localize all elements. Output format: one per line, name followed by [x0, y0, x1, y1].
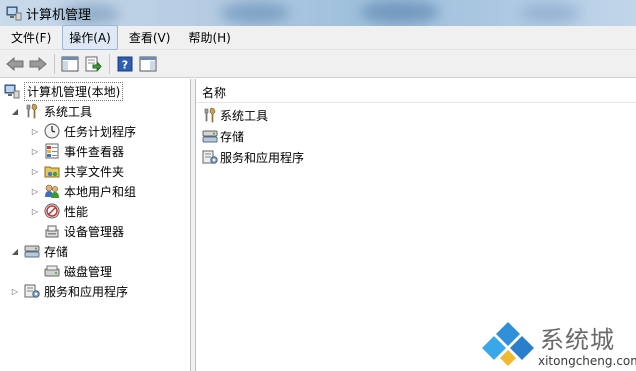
- tree-item-label: 性能: [64, 204, 89, 219]
- tools-icon: [204, 107, 216, 123]
- back-arrow-icon: [6, 56, 24, 71]
- title-bar-decoration: [220, 2, 290, 24]
- help-button[interactable]: ?: [114, 53, 136, 75]
- tree-item-system-tools[interactable]: ◢ 系统工具: [10, 101, 92, 121]
- menu-action[interactable]: 操作(A): [62, 25, 118, 50]
- tree-item-event-viewer[interactable]: ▷ 事件查看器: [30, 141, 124, 161]
- title-bar: 计算机管理: [0, 0, 636, 26]
- tree-item-label: 共享文件夹: [64, 164, 125, 179]
- collapse-arrow-icon[interactable]: ◢: [10, 246, 20, 256]
- storage-icon: [202, 130, 218, 143]
- list-item-label: 存储: [220, 129, 245, 144]
- tree-item-services-apps[interactable]: ▷ 服务和应用程序: [10, 281, 128, 301]
- menu-file[interactable]: 文件(F): [4, 25, 58, 50]
- tree-item-label: 任务计划程序: [64, 124, 137, 139]
- tree-item-label: 计算机管理(本地): [24, 81, 124, 101]
- toolbar: ?: [0, 50, 636, 78]
- tree-item-shared-folders[interactable]: ▷ 共享文件夹: [30, 161, 124, 181]
- device-manager-icon: [45, 225, 59, 238]
- action-pane-button[interactable]: [137, 53, 159, 75]
- action-pane-icon: [139, 56, 157, 71]
- watermark-logo-icon: [482, 322, 534, 366]
- tree-item-storage[interactable]: ◢ 存储: [10, 241, 68, 261]
- list-item[interactable]: 系统工具: [202, 105, 268, 125]
- watermark-brand: 系统城: [540, 326, 615, 354]
- back-button[interactable]: [4, 53, 26, 75]
- expand-arrow-icon[interactable]: ▷: [30, 186, 40, 196]
- expand-arrow-icon[interactable]: ▷: [30, 206, 40, 216]
- event-viewer-icon: [45, 143, 59, 159]
- tree-item-local-users[interactable]: ▷ 本地用户和组: [30, 181, 136, 201]
- collapse-arrow-icon[interactable]: ◢: [10, 106, 20, 116]
- expand-arrow-icon[interactable]: ▷: [10, 286, 20, 296]
- tree-item-label: 存储: [44, 244, 69, 259]
- tree-item-label: 本地用户和组: [64, 184, 137, 199]
- svg-text:?: ?: [122, 58, 128, 71]
- tree-item-computer-management[interactable]: 计算机管理(本地): [4, 81, 124, 101]
- menu-help[interactable]: 帮助(H): [181, 25, 237, 50]
- list-item[interactable]: 服务和应用程序: [202, 147, 304, 167]
- tools-icon: [26, 103, 38, 119]
- menu-view[interactable]: 查看(V): [122, 25, 178, 50]
- list-item[interactable]: 存储: [202, 126, 244, 146]
- console-tree: 计算机管理(本地) ◢ 系统工具 ▷ 任务计划程序 ▷ 事件查看器 ▷ 共享文件…: [0, 79, 191, 371]
- help-icon: ?: [117, 56, 133, 71]
- title-bar-decoration: [360, 0, 440, 24]
- tree-item-performance[interactable]: ▷ 性能: [30, 201, 88, 221]
- services-icon: [24, 284, 40, 298]
- tree-item-task-scheduler[interactable]: ▷ 任务计划程序: [30, 121, 136, 141]
- site-watermark: 系统城 xitongcheng.com: [480, 318, 636, 371]
- shared-folder-icon: [44, 166, 60, 178]
- performance-icon: [44, 203, 60, 219]
- forward-arrow-icon: [29, 56, 47, 71]
- tree-item-label: 设备管理器: [64, 224, 125, 239]
- computer-management-icon: [6, 6, 22, 21]
- tree-item-label: 系统工具: [44, 104, 93, 119]
- clock-icon: [44, 123, 60, 139]
- computer-management-icon: [4, 84, 20, 99]
- export-list-button[interactable]: [82, 53, 104, 75]
- watermark-url: xitongcheng.com: [538, 354, 636, 368]
- expand-arrow-icon[interactable]: ▷: [30, 126, 40, 136]
- tree-item-label: 磁盘管理: [64, 264, 113, 279]
- services-icon: [202, 150, 218, 164]
- storage-icon: [24, 245, 40, 258]
- tree-item-disk-management[interactable]: 磁盘管理: [44, 261, 112, 281]
- show-hide-tree-button[interactable]: [59, 53, 81, 75]
- column-header-name[interactable]: 名称: [196, 83, 636, 103]
- list-item-label: 系统工具: [220, 108, 269, 123]
- toolbar-separator: [54, 53, 55, 74]
- window-title: 计算机管理: [26, 8, 92, 23]
- expand-arrow-icon[interactable]: ▷: [30, 146, 40, 156]
- forward-button[interactable]: [27, 53, 49, 75]
- disk-management-icon: [44, 265, 60, 277]
- expand-arrow-icon[interactable]: ▷: [30, 166, 40, 176]
- list-item-label: 服务和应用程序: [220, 150, 305, 165]
- show-hide-console-tree-icon: [61, 56, 79, 71]
- tree-item-device-manager[interactable]: 设备管理器: [44, 221, 124, 241]
- export-list-icon: [85, 56, 102, 71]
- tree-item-label: 服务和应用程序: [44, 284, 129, 299]
- toolbar-separator: [109, 53, 110, 74]
- menu-bar: 文件(F) 操作(A) 查看(V) 帮助(H): [0, 25, 636, 50]
- tree-item-label: 事件查看器: [64, 144, 125, 159]
- users-icon: [45, 184, 59, 198]
- title-bar-decoration: [520, 3, 580, 23]
